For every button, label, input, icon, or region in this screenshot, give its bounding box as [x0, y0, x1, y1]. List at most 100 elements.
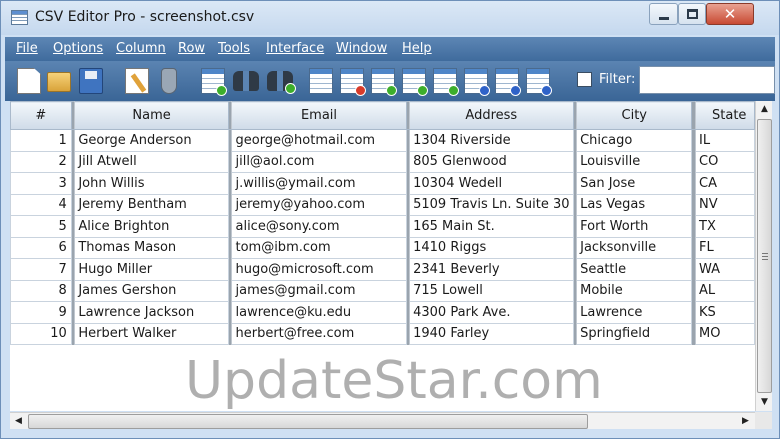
cell-city[interactable]: Jacksonville — [576, 236, 693, 259]
title-bar[interactable]: CSV Editor Pro - screenshot.csv ✕ — [1, 1, 779, 35]
cell-address[interactable]: 165 Main St. — [409, 215, 574, 238]
cell-email[interactable]: jill@aol.com — [231, 150, 407, 173]
table-row[interactable]: 5 Alice Brighton alice@sony.com 165 Main St… — [10, 215, 755, 238]
col-header-name[interactable]: Name — [74, 101, 229, 130]
table-row[interactable]: 6 Thomas Mason tom@ibm.com 1410 Riggs Jackso… — [10, 236, 755, 259]
table-row[interactable]: 8 James Gershon james@gmail.com 715 Lowell M… — [10, 279, 755, 302]
minimize-button[interactable] — [649, 3, 678, 25]
filter-input[interactable] — [639, 66, 775, 94]
cell-index[interactable]: 2 — [10, 150, 72, 173]
move-up-icon[interactable] — [495, 68, 521, 96]
col-header-address[interactable]: Address — [409, 101, 574, 130]
cell-index[interactable]: 3 — [10, 172, 72, 195]
cell-email[interactable]: j.willis@ymail.com — [231, 172, 407, 195]
cell-state[interactable]: MO — [695, 322, 755, 345]
cell-state[interactable]: IL — [695, 129, 755, 152]
cell-city[interactable]: Chicago — [576, 129, 693, 152]
col-header-city[interactable]: City — [576, 101, 693, 130]
sort-icon[interactable] — [526, 68, 552, 96]
cell-name[interactable]: James Gershon — [74, 279, 229, 302]
table-row[interactable]: 1 George Anderson george@hotmail.com 1304 R… — [10, 129, 755, 152]
scroll-up-icon[interactable]: ▲ — [756, 101, 773, 118]
col-header-state[interactable]: State — [695, 101, 755, 130]
cell-state[interactable]: CO — [695, 150, 755, 173]
add-grid-icon[interactable] — [201, 68, 227, 96]
horizontal-scroll-thumb[interactable] — [28, 414, 588, 429]
cell-state[interactable]: TX — [695, 215, 755, 238]
table-row[interactable]: 10 Herbert Walker herbert@free.com 1940 Far… — [10, 322, 755, 345]
cell-address[interactable]: 1940 Farley — [409, 322, 574, 345]
horizontal-scrollbar[interactable]: ◀ ▶ — [10, 412, 755, 429]
cell-index[interactable]: 1 — [10, 129, 72, 152]
delete-column-icon[interactable] — [340, 68, 366, 96]
cell-city[interactable]: Lawrence — [576, 301, 693, 324]
cell-name[interactable]: Lawrence Jackson — [74, 301, 229, 324]
save-disk-icon[interactable] — [79, 68, 103, 94]
cell-address[interactable]: 4300 Park Ave. — [409, 301, 574, 324]
col-header-index[interactable]: # — [10, 101, 72, 130]
menu-options[interactable]: Options — [53, 41, 103, 56]
cell-city[interactable]: Fort Worth — [576, 215, 693, 238]
col-header-email[interactable]: Email — [231, 101, 407, 130]
cell-name[interactable]: John Willis — [74, 172, 229, 195]
cell-name[interactable]: Thomas Mason — [74, 236, 229, 259]
cell-address[interactable]: 1304 Riverside — [409, 129, 574, 152]
move-left-icon[interactable] — [433, 68, 459, 96]
maximize-button[interactable] — [678, 3, 706, 25]
cell-state[interactable]: FL — [695, 236, 755, 259]
menu-window[interactable]: Window — [336, 41, 387, 56]
menu-help[interactable]: Help — [402, 41, 432, 56]
insert-column-icon[interactable] — [309, 68, 333, 94]
table-row[interactable]: 4 Jeremy Bentham jeremy@yahoo.com 5109 Trav… — [10, 193, 755, 216]
add-column-icon[interactable] — [371, 68, 397, 96]
cell-state[interactable]: KS — [695, 301, 755, 324]
edit-icon[interactable] — [125, 68, 149, 94]
cell-email[interactable]: james@gmail.com — [231, 279, 407, 302]
cell-email[interactable]: jeremy@yahoo.com — [231, 193, 407, 216]
cell-index[interactable]: 4 — [10, 193, 72, 216]
vertical-scroll-thumb[interactable] — [757, 119, 772, 393]
flask-icon[interactable] — [161, 68, 177, 94]
filter-checkbox[interactable] — [577, 72, 592, 87]
menu-tools[interactable]: Tools — [218, 41, 250, 56]
cell-state[interactable]: NV — [695, 193, 755, 216]
scroll-left-icon[interactable]: ◀ — [10, 413, 27, 430]
cell-state[interactable]: AL — [695, 279, 755, 302]
cell-index[interactable]: 5 — [10, 215, 72, 238]
cell-index[interactable]: 7 — [10, 258, 72, 281]
menu-interface[interactable]: Interface — [266, 41, 324, 56]
cell-city[interactable]: Las Vegas — [576, 193, 693, 216]
find-binoculars-icon[interactable] — [233, 71, 259, 91]
table-row[interactable]: 3 John Willis j.willis@ymail.com 10304 Wede… — [10, 172, 755, 195]
scroll-down-icon[interactable]: ▼ — [756, 394, 773, 411]
menu-row[interactable]: Row — [178, 41, 205, 56]
cell-name[interactable]: Jeremy Bentham — [74, 193, 229, 216]
cell-email[interactable]: tom@ibm.com — [231, 236, 407, 259]
cell-city[interactable]: San Jose — [576, 172, 693, 195]
cell-email[interactable]: george@hotmail.com — [231, 129, 407, 152]
cell-address[interactable]: 2341 Beverly — [409, 258, 574, 281]
cell-name[interactable]: Alice Brighton — [74, 215, 229, 238]
cell-address[interactable]: 5109 Travis Ln. Suite 30 — [409, 193, 574, 216]
open-folder-icon[interactable] — [47, 72, 71, 92]
cell-address[interactable]: 715 Lowell — [409, 279, 574, 302]
cell-state[interactable]: CA — [695, 172, 755, 195]
cell-index[interactable]: 9 — [10, 301, 72, 324]
menu-file[interactable]: File — [16, 41, 38, 56]
cell-city[interactable]: Springfield — [576, 322, 693, 345]
cell-city[interactable]: Seattle — [576, 258, 693, 281]
scroll-right-icon[interactable]: ▶ — [737, 413, 754, 430]
cell-city[interactable]: Louisville — [576, 150, 693, 173]
add-row-icon[interactable] — [402, 68, 428, 96]
find-next-binoculars-icon[interactable] — [267, 71, 296, 94]
cell-address[interactable]: 805 Glenwood — [409, 150, 574, 173]
table-row[interactable]: 2 Jill Atwell jill@aol.com 805 Glenwood Loui… — [10, 150, 755, 173]
cell-city[interactable]: Mobile — [576, 279, 693, 302]
cell-state[interactable]: WA — [695, 258, 755, 281]
cell-name[interactable]: Hugo Miller — [74, 258, 229, 281]
cell-email[interactable]: hugo@microsoft.com — [231, 258, 407, 281]
cell-email[interactable]: herbert@free.com — [231, 322, 407, 345]
cell-address[interactable]: 10304 Wedell — [409, 172, 574, 195]
cell-index[interactable]: 6 — [10, 236, 72, 259]
cell-address[interactable]: 1410 Riggs — [409, 236, 574, 259]
